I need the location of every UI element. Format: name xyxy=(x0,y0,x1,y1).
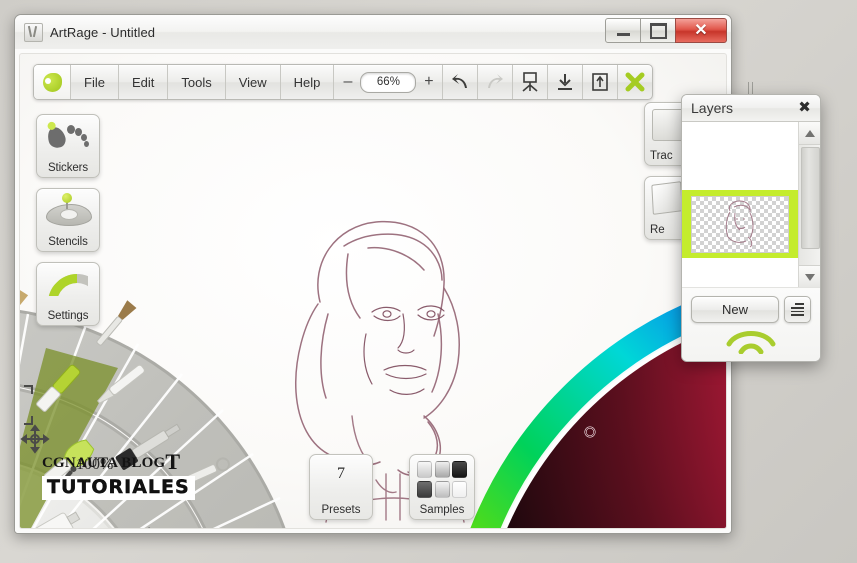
new-layer-button[interactable]: New xyxy=(691,296,779,323)
green-arc-handle-icon xyxy=(723,328,779,354)
canvas-button[interactable] xyxy=(513,65,548,99)
stickers-icon xyxy=(37,120,99,153)
palette-resize-handle[interactable] xyxy=(682,327,820,355)
reference-label: Re xyxy=(650,224,665,236)
zoom-value[interactable]: 66% xyxy=(360,72,416,93)
menu-help[interactable]: Help xyxy=(281,65,335,99)
watermark-suffix: T xyxy=(165,449,180,474)
trace-label: Trac xyxy=(650,150,673,162)
swatch-3[interactable] xyxy=(452,461,467,478)
layer-thumbnail-sketch xyxy=(691,196,789,253)
layers-palette: Layers ✖ xyxy=(681,94,821,362)
window-title: ArtRage - Untitled xyxy=(50,25,155,40)
undo-arrow-icon xyxy=(450,73,470,91)
stencils-label: Stencils xyxy=(37,236,99,248)
zoom-out-button[interactable]: – xyxy=(340,74,355,90)
swatch-4[interactable] xyxy=(417,481,432,498)
menu-toolbar: File Edit Tools View Help – 66% + xyxy=(33,64,653,100)
menu-tools[interactable]: Tools xyxy=(168,65,225,99)
import-button[interactable] xyxy=(548,65,583,99)
stickers-button[interactable]: Stickers xyxy=(36,114,100,178)
export-up-arrow-icon xyxy=(591,72,609,92)
easel-canvas-icon xyxy=(521,72,539,92)
layers-scrollbar[interactable] xyxy=(798,122,820,288)
layers-palette-header[interactable]: Layers ✖ xyxy=(682,95,820,122)
close-icon[interactable]: ✖ xyxy=(797,100,812,115)
export-button[interactable] xyxy=(583,65,618,99)
minimize-button[interactable] xyxy=(605,18,641,43)
window-titlebar[interactable]: ArtRage - Untitled ✕ xyxy=(15,15,731,50)
reference-image-icon xyxy=(652,183,682,213)
opacity-value: 100% xyxy=(76,456,113,474)
swatch-5[interactable] xyxy=(435,481,450,498)
zoom-controls: – 66% + xyxy=(334,65,443,99)
redo-button[interactable] xyxy=(478,65,513,99)
layers-list[interactable] xyxy=(682,122,799,288)
scroll-up-button[interactable] xyxy=(799,122,820,145)
menu-view[interactable]: View xyxy=(226,65,281,99)
tracing-image-icon xyxy=(652,109,684,141)
menu-edit[interactable]: Edit xyxy=(119,65,168,99)
layers-footer: New xyxy=(682,287,820,361)
samples-button[interactable]: Samples xyxy=(409,454,475,520)
stencils-button[interactable]: Stencils xyxy=(36,188,100,252)
swatch-1[interactable] xyxy=(417,461,432,478)
triangle-up-icon xyxy=(805,130,815,137)
layer-thumbnail-empty xyxy=(691,128,789,185)
samples-swatch-grid xyxy=(417,461,467,498)
watermark-line2: TUTORIALES xyxy=(42,476,195,500)
presets-label: Presets xyxy=(310,504,372,516)
left-panel-buttons: Stickers Stencils Settings xyxy=(36,114,108,336)
layers-title: Layers xyxy=(691,100,733,116)
close-canvas-button[interactable] xyxy=(618,65,652,99)
scroll-down-button[interactable] xyxy=(799,265,820,288)
canvas-artwork xyxy=(248,184,518,524)
window-controls: ✕ xyxy=(606,18,727,43)
watermark-line1: CGNAUTA BLOGT xyxy=(42,449,195,475)
swatch-2[interactable] xyxy=(435,461,450,478)
close-icon: ✕ xyxy=(694,23,707,39)
presets-button[interactable]: 7 Presets xyxy=(309,454,373,520)
maximize-button[interactable] xyxy=(640,18,676,43)
list-item[interactable] xyxy=(682,122,798,190)
artrage-logo-icon[interactable] xyxy=(34,65,71,99)
maximize-icon xyxy=(650,23,667,39)
minimize-icon xyxy=(617,33,630,36)
stencils-icon xyxy=(37,194,99,227)
scrollbar-thumb[interactable] xyxy=(801,147,820,249)
settings-label: Settings xyxy=(37,310,99,322)
settings-gauge-icon xyxy=(37,268,99,301)
artrage-main-window: ArtRage - Untitled ✕ xyxy=(14,14,732,534)
swatch-6[interactable] xyxy=(452,481,467,498)
undo-button[interactable] xyxy=(443,65,478,99)
layers-menu-button[interactable] xyxy=(784,296,811,323)
menu-file[interactable]: File xyxy=(71,65,119,99)
list-menu-icon xyxy=(791,303,804,315)
triangle-down-icon xyxy=(805,274,815,281)
list-item[interactable] xyxy=(682,190,798,258)
application-body: 100% xyxy=(15,49,731,533)
watermark: CGNAUTA BLOGT TUTORIALES xyxy=(42,449,195,500)
easel-icon xyxy=(24,23,43,42)
presets-count: 7 xyxy=(310,465,372,483)
samples-label: Samples xyxy=(410,504,474,516)
import-down-arrow-icon xyxy=(556,72,574,92)
zoom-in-button[interactable]: + xyxy=(421,74,436,90)
stickers-label: Stickers xyxy=(37,162,99,174)
close-button[interactable]: ✕ xyxy=(675,18,727,43)
canvas-area[interactable]: 100% xyxy=(19,53,727,529)
redo-arrow-icon xyxy=(485,73,505,91)
settings-button[interactable]: Settings xyxy=(36,262,100,326)
green-x-icon xyxy=(625,72,645,92)
